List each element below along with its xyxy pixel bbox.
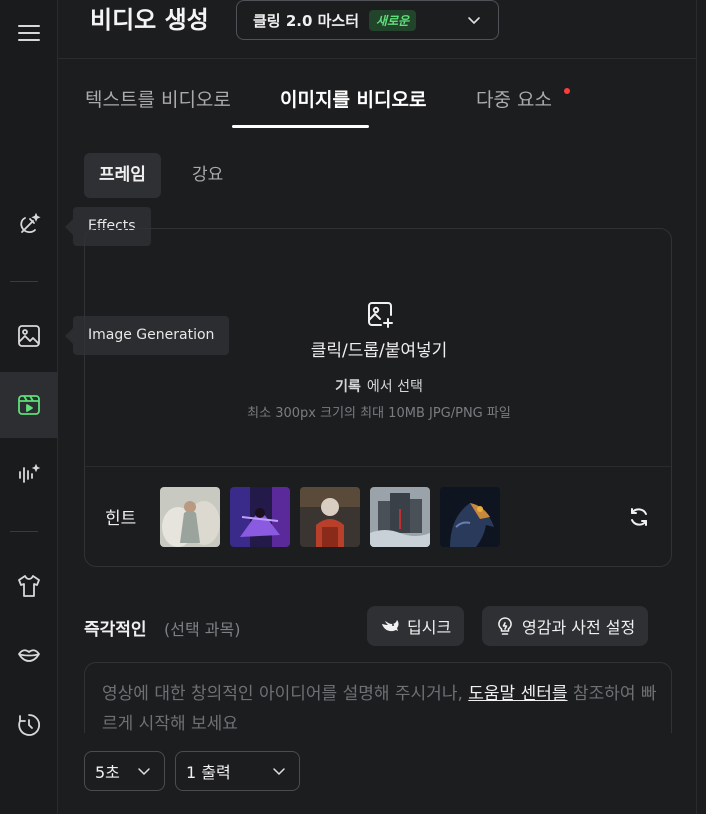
sidebar <box>0 0 58 814</box>
sidebar-item-effects[interactable] <box>0 192 58 258</box>
page-title: 비디오 생성 <box>90 6 209 34</box>
history-select-line: 기록 에서 선택 <box>85 376 673 396</box>
main-panel: 비디오 생성 클링 2.0 마스터 새로운 텍스트를 비디오로 이미지를 비디오… <box>58 0 696 814</box>
menu-button[interactable] <box>0 0 58 66</box>
hint-thumbnail[interactable] <box>440 487 500 547</box>
sidebar-divider <box>10 281 38 282</box>
sidebar-item-image-generation[interactable] <box>0 303 58 369</box>
sidebar-item-try-on[interactable] <box>0 553 58 619</box>
lips-icon <box>18 649 40 662</box>
chevron-down-icon <box>468 17 480 25</box>
effects-icon <box>20 212 41 234</box>
model-select[interactable]: 클링 2.0 마스터 새로운 <box>236 0 499 40</box>
generation-options-bar: 5초 1 출력 <box>58 733 696 814</box>
hint-thumbnail[interactable] <box>230 487 290 547</box>
deepseek-whale-icon <box>382 620 399 632</box>
hint-thumbnail[interactable] <box>300 487 360 547</box>
sidebar-divider <box>10 531 38 532</box>
output-count-value: 1 출력 <box>186 763 231 782</box>
hamburger-menu-icon <box>18 25 40 41</box>
add-image-icon <box>368 302 393 328</box>
tab-multi-element[interactable]: 다중 요소 <box>476 88 552 112</box>
upload-label: 클릭/드롭/붙여넣기 <box>310 341 448 361</box>
tab-text-to-video[interactable]: 텍스트를 비디오로 <box>85 88 231 112</box>
chevron-down-icon <box>138 768 150 776</box>
deepseek-label: 딥시크 <box>407 618 452 637</box>
prompt-optional-label: (선택 과목) <box>164 620 241 639</box>
prompt-title: 즉각적인 <box>84 620 147 640</box>
history-link[interactable]: 기록 <box>335 379 361 395</box>
subtab-frame[interactable]: 프레임 <box>84 153 161 198</box>
sidebar-item-audio[interactable] <box>0 442 58 508</box>
active-tab-indicator <box>232 125 369 128</box>
shirt-icon <box>18 575 40 597</box>
sidebar-item-history[interactable] <box>0 692 58 758</box>
sidebar-item-lip-sync[interactable] <box>0 622 58 688</box>
file-requirements-note: 최소 300px 크기의 최대 10MB JPG/PNG 파일 <box>247 406 511 421</box>
notification-dot <box>564 88 570 94</box>
panel-border <box>696 0 697 814</box>
prompt-textarea[interactable]: 영상에 대한 창의적인 아이디어를 설명해 주시거나, 도움말 센터를 참조하여… <box>84 662 672 742</box>
refresh-icon[interactable] <box>628 506 650 528</box>
new-badge: 새로운 <box>369 9 417 31</box>
help-center-link[interactable]: 도움말 센터를 <box>468 684 567 704</box>
history-suffix: 에서 선택 <box>366 379 423 395</box>
sidebar-item-video-generation[interactable] <box>0 372 58 438</box>
duration-select[interactable]: 5초 <box>84 751 165 791</box>
video-icon <box>18 395 40 415</box>
deepseek-button[interactable]: 딥시크 <box>367 606 465 646</box>
hint-thumbnail[interactable] <box>160 487 220 547</box>
output-count-select[interactable]: 1 출력 <box>175 751 300 791</box>
inspiration-label: 영감과 사전 설정 <box>522 618 636 637</box>
model-name: 클링 2.0 마스터 <box>253 11 360 30</box>
image-icon <box>18 325 40 347</box>
placeholder-text: 영상에 대한 창의적인 아이디어를 설명해 주시거나, <box>102 684 469 704</box>
upload-divider <box>85 466 671 467</box>
lightbulb-icon <box>498 617 512 635</box>
audio-wave-icon <box>19 463 41 483</box>
prompt-placeholder: 영상에 대한 창의적인 아이디어를 설명해 주시거나, 도움말 센터를 참조하여… <box>102 679 667 739</box>
tab-image-to-video[interactable]: 이미지를 비디오로 <box>280 88 426 112</box>
duration-value: 5초 <box>95 763 120 782</box>
hint-label: 힌트 <box>105 509 137 529</box>
hint-thumbnail[interactable] <box>370 487 430 547</box>
header-divider <box>58 58 696 59</box>
chevron-down-icon <box>273 768 285 776</box>
history-icon <box>18 714 41 736</box>
inspiration-presets-button[interactable]: 영감과 사전 설정 <box>482 606 649 646</box>
subtab-outline[interactable]: 강요 <box>177 153 238 198</box>
image-upload-dropzone[interactable]: 클릭/드롭/붙여넣기 기록 에서 선택 최소 300px 크기의 최대 10MB … <box>84 228 672 567</box>
